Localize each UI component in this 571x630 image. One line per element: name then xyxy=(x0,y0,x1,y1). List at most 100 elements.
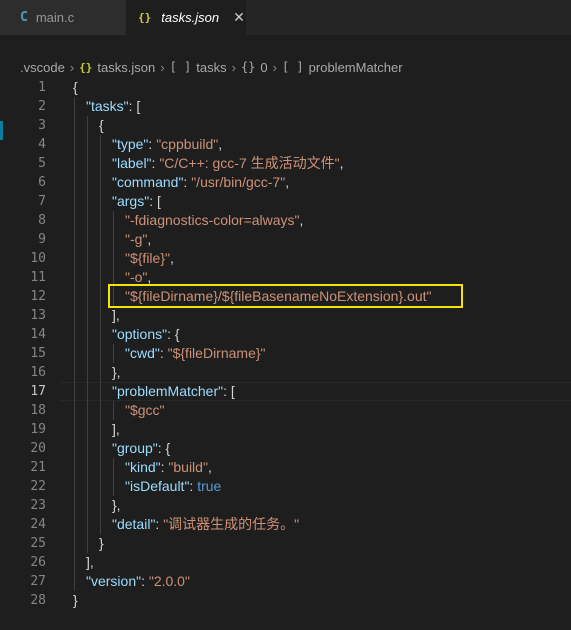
code-token: ], xyxy=(86,554,94,570)
code-line[interactable]: }, xyxy=(112,363,121,382)
code-line[interactable]: ], xyxy=(112,420,120,439)
indent-guide xyxy=(113,344,114,363)
code-line[interactable]: ], xyxy=(86,553,94,572)
code-line[interactable]: { xyxy=(99,116,104,135)
line-number: 26 xyxy=(30,555,46,570)
code-line[interactable]: "isDefault": true xyxy=(125,477,221,496)
code-token: "C/C++: gcc-7 生成活动文件" xyxy=(159,155,340,171)
indent-guide xyxy=(87,249,88,268)
indent-guide xyxy=(100,382,101,401)
indent-guide xyxy=(74,496,75,515)
breadcrumb-problemmatcher[interactable]: problemMatcher xyxy=(309,60,403,75)
breadcrumb-tasks[interactable]: tasks xyxy=(196,60,226,75)
code-line[interactable]: "problemMatcher": [ xyxy=(112,382,235,401)
chevron-right-icon: › xyxy=(160,59,165,75)
code-token: , xyxy=(299,212,304,228)
code-line[interactable]: "detail": "调试器生成的任务。" xyxy=(112,515,299,534)
code-token: { xyxy=(73,79,78,95)
code-token: "$gcc" xyxy=(125,402,165,418)
breadcrumb-file[interactable]: tasks.json xyxy=(97,60,155,75)
indent-guide xyxy=(87,477,88,496)
indent-guide xyxy=(87,382,88,401)
indent-guide xyxy=(113,401,114,420)
code-line[interactable]: } xyxy=(73,591,78,610)
line-number: 21 xyxy=(30,460,46,475)
line-number: 2 xyxy=(38,99,46,114)
line-number: 1 xyxy=(38,80,46,95)
line-number: 22 xyxy=(30,479,46,494)
code-line[interactable]: "cwd": "${fileDirname}" xyxy=(125,344,266,363)
indent-guide xyxy=(74,306,75,325)
line-number: 16 xyxy=(30,365,46,380)
code-line[interactable]: "label": "C/C++: gcc-7 生成活动文件", xyxy=(112,154,344,173)
tab-main-c[interactable]: C main.c xyxy=(0,0,126,35)
indent-guide xyxy=(74,135,75,154)
code-line[interactable]: "tasks": [ xyxy=(86,97,140,116)
array-icon: [ ] xyxy=(281,60,304,74)
indent-guide xyxy=(100,306,101,325)
breadcrumb-index[interactable]: 0 xyxy=(260,60,267,75)
indent-guide xyxy=(113,249,114,268)
code-line[interactable]: "-fdiagnostics-color=always", xyxy=(125,211,303,230)
line-number: 13 xyxy=(30,308,46,323)
line-number: 18 xyxy=(30,403,46,418)
indent-guide xyxy=(87,268,88,287)
tab-tasks-json[interactable]: {} tasks.json ✕ xyxy=(126,0,246,35)
indent-guide xyxy=(87,458,88,477)
indent-guide xyxy=(87,211,88,230)
code-line[interactable]: }, xyxy=(112,496,121,515)
indent-guide xyxy=(100,268,101,287)
indent-guide xyxy=(100,192,101,211)
indent-guide xyxy=(74,458,75,477)
code-line[interactable]: "$gcc" xyxy=(125,401,165,420)
code-token: ], xyxy=(112,307,120,323)
indent-guide xyxy=(100,154,101,173)
indent-guide xyxy=(74,154,75,173)
code-token: true xyxy=(197,478,222,494)
indent-guide xyxy=(87,534,88,553)
indent-guide xyxy=(100,230,101,249)
code-token: } xyxy=(99,535,104,551)
code-line[interactable]: { xyxy=(73,78,78,97)
line-number: 6 xyxy=(38,175,46,190)
code-token: : { xyxy=(157,440,171,456)
code-line[interactable]: } xyxy=(99,534,104,553)
code-token: "problemMatcher" xyxy=(112,383,224,399)
code-line[interactable]: "group": { xyxy=(112,439,170,458)
line-number: 3 xyxy=(38,118,46,133)
indent-guide xyxy=(100,477,101,496)
c-file-icon: C xyxy=(20,10,28,25)
line-number: 23 xyxy=(30,498,46,513)
code-token: "kind" xyxy=(125,459,161,475)
code-line[interactable]: "options": { xyxy=(112,325,180,344)
code-line[interactable]: ], xyxy=(112,306,120,325)
indent-guide xyxy=(100,249,101,268)
object-icon: {} xyxy=(240,60,256,74)
close-icon[interactable]: ✕ xyxy=(233,9,245,26)
chevron-right-icon: › xyxy=(69,59,75,75)
line-number: 10 xyxy=(30,251,46,266)
code-token: } xyxy=(73,592,78,608)
indent-guide xyxy=(100,325,101,344)
code-line[interactable]: "kind": "build", xyxy=(125,458,212,477)
tab-label: main.c xyxy=(35,10,75,25)
code-line[interactable]: "type": "cppbuild", xyxy=(112,135,222,154)
indent-guide xyxy=(74,211,75,230)
breadcrumb-folder[interactable]: .vscode xyxy=(20,60,65,75)
tab-bar: C main.c {} tasks.json ✕ xyxy=(0,0,571,35)
indent-guide xyxy=(74,173,75,192)
json-file-icon: {} xyxy=(138,11,152,24)
code-line[interactable]: "args": [ xyxy=(112,192,161,211)
code-token: , xyxy=(147,269,152,285)
indent-guide xyxy=(74,382,75,401)
code-line[interactable]: "version": "2.0.0" xyxy=(86,572,190,591)
code-line[interactable]: "-g", xyxy=(125,230,151,249)
code-token: , xyxy=(285,174,290,190)
code-token: "label" xyxy=(112,155,152,171)
code-line[interactable]: "${file}", xyxy=(125,249,174,268)
code-token: "-o" xyxy=(125,269,148,285)
indent-guide xyxy=(113,230,114,249)
code-line[interactable]: "command": "/usr/bin/gcc-7", xyxy=(112,173,289,192)
code-token: "detail" xyxy=(112,516,156,532)
code-token: , xyxy=(147,231,152,247)
